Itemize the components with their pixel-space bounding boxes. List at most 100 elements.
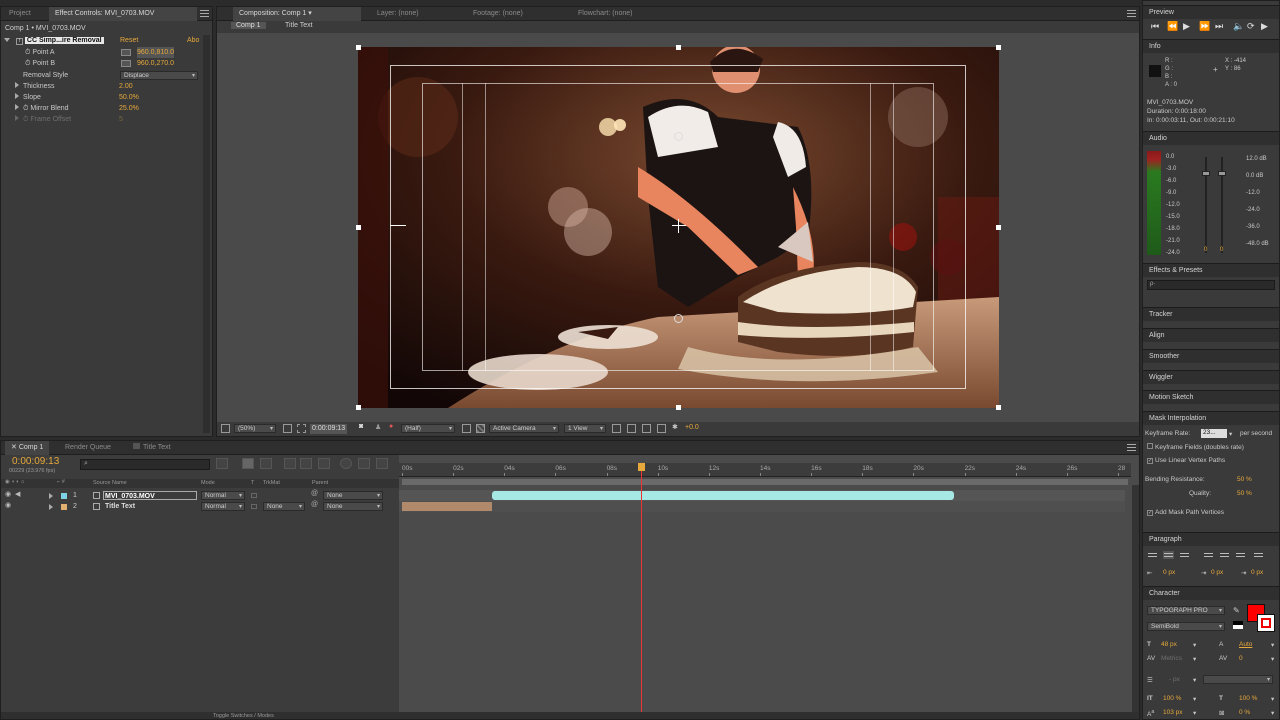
keyframe-rate-dropdown-icon[interactable]: ▾ <box>1229 430 1232 438</box>
keyframe-fields-checkbox-row[interactable]: Keyframe Fields (doubles rate) <box>1147 443 1244 451</box>
motion-blur-icon[interactable] <box>300 458 312 469</box>
layer-handle-tl[interactable] <box>356 45 361 50</box>
effect-reset-link[interactable]: Reset <box>120 35 138 46</box>
crumb-comp[interactable]: Comp 1 <box>231 22 266 29</box>
tab-effect-controls[interactable]: Effect Controls: MVI_0703.MOV <box>49 7 197 21</box>
layer-handle-br[interactable] <box>996 405 1001 410</box>
tab-composition[interactable]: Composition: Comp 1 ▾ <box>233 7 361 21</box>
layer-handle-tr[interactable] <box>996 45 1001 50</box>
justify-center-icon[interactable] <box>1219 551 1230 559</box>
vscale-dropdown-icon[interactable]: ▾ <box>1193 695 1196 703</box>
frame-offset-expand-icon[interactable] <box>15 115 19 121</box>
keyframe-rate-input[interactable]: 23... <box>1201 429 1227 438</box>
layer-parent-dropdown[interactable]: None <box>323 491 383 500</box>
layer-handle-tm[interactable] <box>676 45 681 50</box>
preserve-transparency-checkbox[interactable] <box>251 493 257 498</box>
expand-layer-icon[interactable] <box>49 493 53 499</box>
playhead[interactable] <box>637 463 645 719</box>
zoom-dropdown[interactable]: (50%) <box>234 424 276 433</box>
next-frame-icon[interactable]: ⏩ <box>1199 21 1210 32</box>
point-b-value[interactable]: 960.0,270.0 <box>137 58 174 69</box>
composition-viewer[interactable] <box>358 47 999 408</box>
preview-panel-title[interactable]: Preview <box>1143 5 1279 19</box>
tab-project[interactable]: Project <box>3 7 37 21</box>
tracking-value[interactable]: 0 <box>1239 655 1243 662</box>
crosshair-icon[interactable] <box>672 219 686 233</box>
justify-all-icon[interactable] <box>1253 551 1264 559</box>
expand-layer-icon[interactable] <box>49 504 53 510</box>
flowchart-icon[interactable] <box>657 424 666 433</box>
layer-duration-bar[interactable] <box>492 491 954 500</box>
slope-expand-icon[interactable] <box>15 93 19 99</box>
prev-frame-icon[interactable]: ⏪ <box>1167 21 1178 32</box>
baseline-dropdown-icon[interactable]: ▾ <box>1193 709 1196 717</box>
layer-handle-bm[interactable] <box>676 405 681 410</box>
graph-editor-icon[interactable] <box>358 458 370 469</box>
character-title[interactable]: Character <box>1143 586 1279 600</box>
audio-slider-right[interactable] <box>1218 171 1226 176</box>
thickness-value[interactable]: 2.00 <box>119 81 133 92</box>
play-icon[interactable]: ▶ <box>1183 21 1190 32</box>
frame-blending-icon[interactable] <box>284 458 296 469</box>
close-icon[interactable]: ✕ <box>11 444 19 451</box>
layer-name[interactable]: MVI_0703.MOV <box>103 491 197 500</box>
grid-icon[interactable] <box>283 424 292 433</box>
layer-duration-bar[interactable] <box>402 502 492 511</box>
quality-value[interactable]: 50 % <box>1237 490 1252 497</box>
layer-name[interactable]: Title Text <box>105 501 135 512</box>
eyedropper-icon[interactable]: ✎ <box>1233 606 1240 615</box>
leading-value[interactable]: Auto <box>1239 641 1252 648</box>
paragraph-title[interactable]: Paragraph <box>1143 532 1279 546</box>
label-color-swatch[interactable] <box>61 493 67 499</box>
region-interest-icon[interactable] <box>462 424 471 433</box>
transparency-grid-icon[interactable] <box>476 424 485 433</box>
justify-right-icon[interactable] <box>1235 551 1246 559</box>
wiggler-title[interactable]: Wiggler <box>1143 370 1279 384</box>
kerning-value[interactable]: Metrics <box>1161 655 1182 662</box>
keyframe-fields-checkbox[interactable] <box>1147 443 1153 449</box>
exposure-value[interactable]: +0.0 <box>685 424 699 431</box>
align-title[interactable]: Align <box>1143 328 1279 342</box>
col-parent[interactable]: Parent <box>312 480 328 486</box>
layer-parent-dropdown[interactable]: None <box>323 502 383 511</box>
linear-vertex-checkbox-row[interactable]: ✓ Use Linear Vertex Paths <box>1147 457 1225 464</box>
slope-value[interactable]: 50.0% <box>119 92 139 103</box>
mask-icon[interactable] <box>297 424 306 433</box>
panel-menu-icon[interactable] <box>200 10 209 17</box>
toggle-switches-label[interactable]: Toggle Switches / Modes <box>213 713 274 719</box>
mirror-blend-expand-icon[interactable] <box>15 104 19 110</box>
layer-mode-dropdown[interactable]: Normal <box>201 491 245 500</box>
layer-handle-mr[interactable] <box>996 225 1001 230</box>
mask-interpolation-title[interactable]: Mask Interpolation <box>1143 411 1279 425</box>
playhead-handle-icon[interactable] <box>637 463 645 471</box>
draft-3d-icon[interactable] <box>242 458 254 469</box>
always-preview-icon[interactable] <box>221 424 230 433</box>
pixel-aspect-icon[interactable] <box>612 424 621 433</box>
stroke-order-dropdown[interactable] <box>1203 675 1273 684</box>
time-ruler[interactable]: 00s 02s 04s 06s 08s 10s 12s 14s 16s 18s 20s 22s 24s 2… <box>399 463 1131 477</box>
crosshair-picker-icon[interactable] <box>121 60 131 67</box>
font-family-dropdown[interactable]: TYPOGRAPH PRO <box>1147 606 1225 615</box>
justify-left-icon[interactable] <box>1203 551 1214 559</box>
kerning-dropdown-icon[interactable]: ▾ <box>1193 655 1196 663</box>
viewer-timecode[interactable]: 0:00:09:13 <box>310 424 348 434</box>
audio-panel-title[interactable]: Audio <box>1143 131 1279 145</box>
effect-name[interactable]: CC Simp...ire Removal <box>24 37 104 44</box>
indent-mid-value[interactable]: 0 px <box>1211 569 1223 576</box>
timeline-search-input[interactable]: ⌕ <box>80 459 210 470</box>
layer-handle-ml[interactable] <box>356 225 361 230</box>
fx-badge-icon[interactable]: f <box>15 38 23 45</box>
speaker-icon[interactable]: ◀ <box>15 490 20 498</box>
mirror-blend-value[interactable]: 25.0% <box>119 103 139 114</box>
black-white-swatch[interactable] <box>1233 621 1243 629</box>
point-a-handle-icon[interactable] <box>674 132 683 141</box>
stroke-width-dropdown-icon[interactable]: ▾ <box>1193 676 1196 684</box>
point-b-handle-icon[interactable] <box>674 314 683 323</box>
pickwhip-icon[interactable]: @ <box>311 490 318 497</box>
views-dropdown[interactable]: 1 View <box>564 424 606 433</box>
smoother-title[interactable]: Smoother <box>1143 349 1279 363</box>
point-a-value[interactable]: 960.0,810.0 <box>137 47 174 58</box>
snapshot-camera-icon[interactable]: ◙ <box>359 423 363 430</box>
horizontal-scale-value[interactable]: 100 % <box>1239 695 1257 702</box>
panel-menu-icon[interactable] <box>1127 10 1136 17</box>
